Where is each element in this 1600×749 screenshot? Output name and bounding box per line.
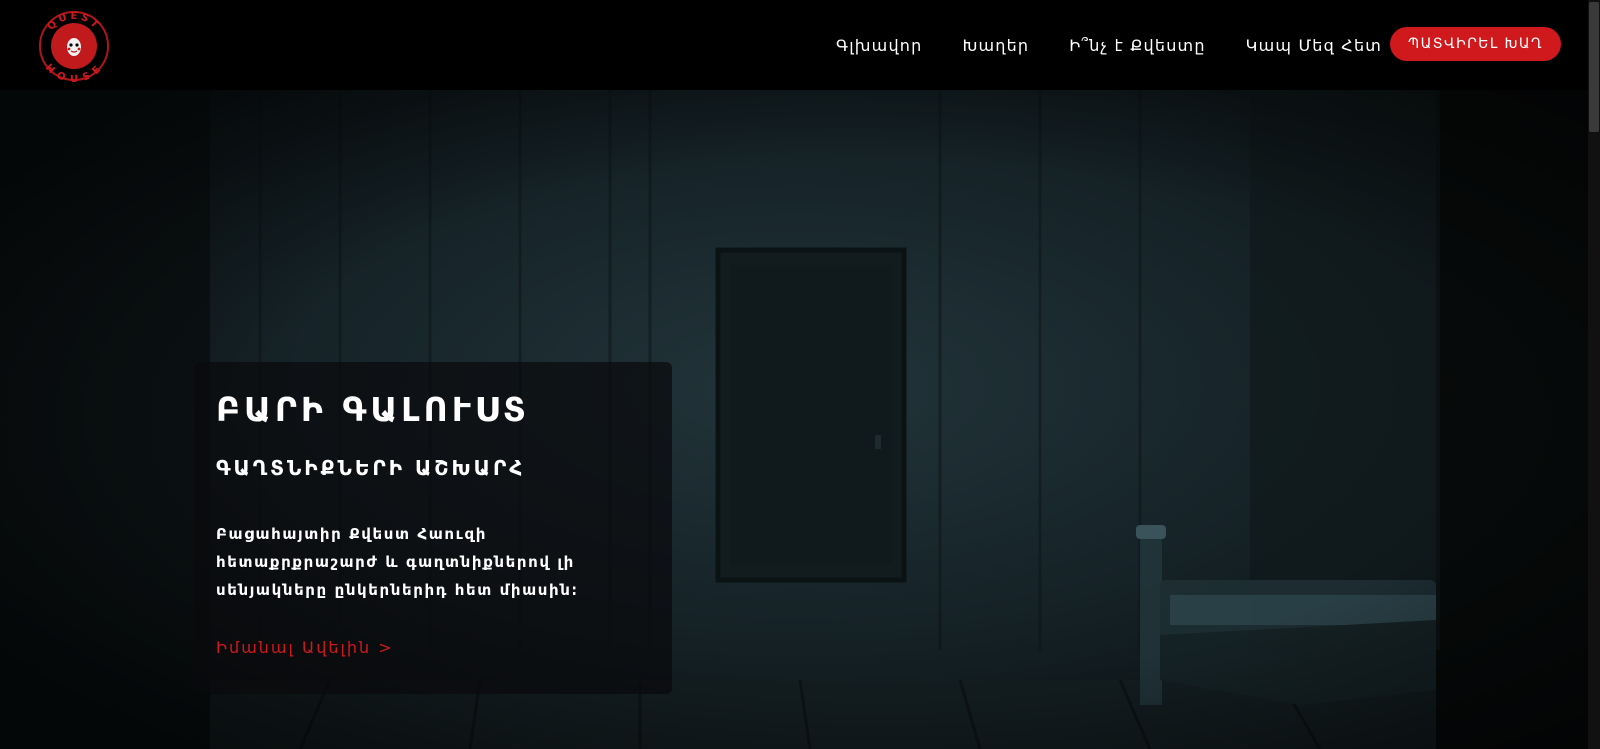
hero-subtitle: ԳԱՂՏՆԻՔՆԵՐԻ ԱՇԽԱՐՀ xyxy=(216,456,526,480)
nav-home[interactable]: Գլխավոր xyxy=(836,36,923,55)
page-scrollbar[interactable] xyxy=(1588,0,1600,749)
book-game-button[interactable]: ՊԱՏՎԻՐԵԼ ԽԱՂ xyxy=(1390,27,1561,61)
hero-description: Բացահայտիր Քվեստ Հաուզի հետաքրքրաշարժ և … xyxy=(216,525,579,599)
hero-title: ԲԱՐԻ ԳԱԼՈՒՍՏ xyxy=(216,390,530,429)
scrollbar-thumb[interactable] xyxy=(1589,2,1599,132)
welcome-panel: ԲԱՐԻ ԳԱԼՈՒՍՏ ԳԱՂՏՆԻՔՆԵՐԻ ԱՇԽԱՐՀ Բացահայտ… xyxy=(194,362,672,694)
nav-what-is-quest[interactable]: Ի՞նչ է Քվեստը xyxy=(1069,36,1205,55)
learn-more-link[interactable]: Իմանալ Ավելին > xyxy=(216,638,394,657)
nav-games[interactable]: Խաղեր xyxy=(963,36,1030,55)
hero-section: ԲԱՐԻ ԳԱԼՈՒՍՏ ԳԱՂՏՆԻՔՆԵՐԻ ԱՇԽԱՐՀ Բացահայտ… xyxy=(0,90,1600,749)
site-header: QUEST HOUSE Գլխավոր Խաղեր Ի՞նչ է Քվեստը … xyxy=(0,0,1600,90)
main-nav: Գլխավոր Խաղեր Ի՞նչ է Քվեստը Կապ Մեզ Հետ xyxy=(836,30,1382,60)
nav-contact[interactable]: Կապ Մեզ Հետ xyxy=(1246,36,1382,55)
quest-house-logo[interactable]: QUEST HOUSE xyxy=(38,10,110,82)
